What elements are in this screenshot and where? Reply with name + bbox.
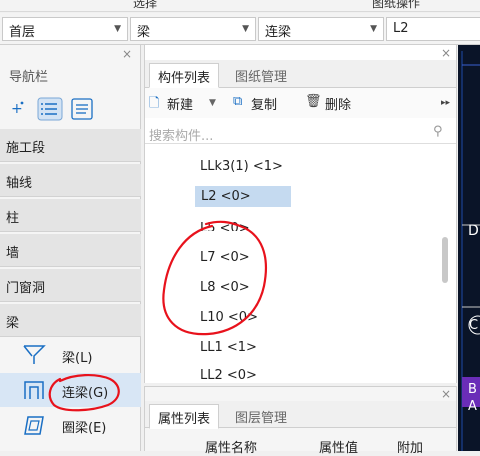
annotation-circle-list	[162, 220, 268, 336]
annotation-circle-link-beam	[48, 374, 120, 412]
annotation-overlay	[48, 220, 268, 412]
